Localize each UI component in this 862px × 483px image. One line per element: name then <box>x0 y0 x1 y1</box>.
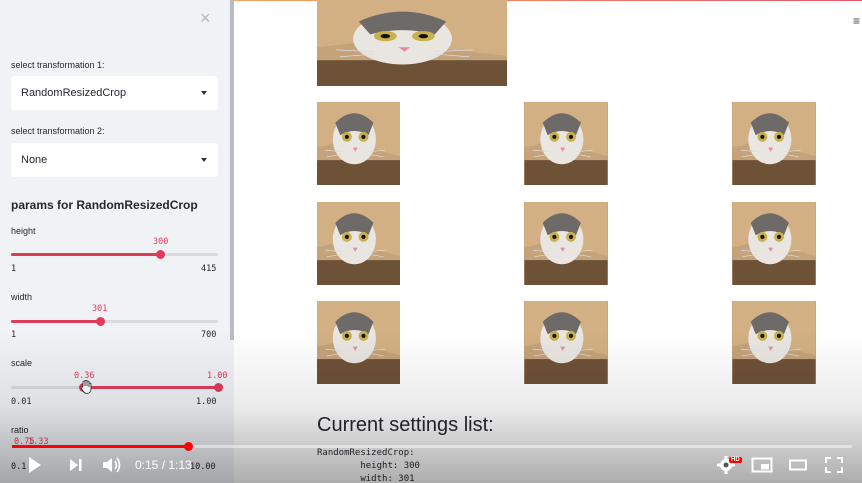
volume-icon <box>103 457 121 473</box>
scale-min: 0.01 <box>11 397 32 407</box>
play-button[interactable] <box>27 455 43 480</box>
scale-label: scale <box>11 358 33 368</box>
transform2-label: select transformation 2: <box>11 126 105 136</box>
transform2-select[interactable]: None <box>11 143 218 177</box>
augmented-image <box>524 301 608 384</box>
progress-played <box>12 445 189 448</box>
original-cat-image <box>317 0 507 86</box>
augmented-image <box>732 301 816 384</box>
ratio-max: 10.00 <box>190 462 216 472</box>
miniplayer-icon <box>751 457 773 473</box>
close-sidebar-icon[interactable]: × <box>200 9 211 27</box>
chevron-down-icon <box>201 91 207 95</box>
transform1-value: RandomResizedCrop <box>21 87 127 99</box>
height-max: 415 <box>201 264 217 274</box>
volume-button[interactable] <box>101 455 123 480</box>
next-button[interactable] <box>68 455 84 480</box>
code-line: height: 300 <box>317 461 420 471</box>
sidebar: × select transformation 1: RandomResized… <box>0 0 234 483</box>
width-slider[interactable] <box>11 317 218 326</box>
height-value: 300 <box>153 237 169 247</box>
fullscreen-button[interactable] <box>823 455 845 480</box>
ratio-label: ratio <box>11 425 29 435</box>
next-icon <box>70 459 82 471</box>
scale-max: 1.00 <box>196 397 217 407</box>
scale-slider-fill <box>83 386 218 389</box>
height-slider[interactable] <box>11 250 218 259</box>
transform1-label: select transformation 1: <box>11 60 105 70</box>
augmented-image <box>317 202 400 285</box>
width-label: width <box>11 292 33 302</box>
settings-code: RandomResizedCrop: height: 300 width: 30… <box>317 447 420 483</box>
width-slider-fill <box>11 320 100 323</box>
play-icon <box>29 457 41 473</box>
augmented-image <box>524 102 608 185</box>
chevron-down-icon <box>201 158 207 162</box>
width-min: 1 <box>11 330 17 340</box>
height-label: height <box>11 226 36 236</box>
time-display: 0:15 / 1:13 <box>135 458 192 472</box>
hand-cursor-icon <box>80 379 92 399</box>
params-title: params for RandomResizedCrop <box>11 198 198 212</box>
augmented-image <box>524 202 608 285</box>
transform1-select[interactable]: RandomResizedCrop <box>11 76 218 110</box>
width-slider-thumb[interactable] <box>95 317 105 326</box>
theater-mode-icon <box>789 459 807 471</box>
height-slider-fill <box>11 253 161 256</box>
augmented-image <box>317 301 400 384</box>
augmented-image <box>317 102 400 185</box>
scale-value-high: 1.00 <box>207 371 228 381</box>
augmented-image <box>732 102 816 185</box>
width-value: 301 <box>92 304 108 314</box>
ratio-min: 0.1 <box>11 462 27 472</box>
code-line: width: 301 <box>317 474 415 483</box>
transform2-value: None <box>21 154 48 166</box>
scale-slider[interactable] <box>11 383 223 392</box>
scale-slider-thumb-high[interactable] <box>213 383 223 392</box>
theater-mode-button[interactable] <box>787 455 809 480</box>
augmented-image <box>732 202 816 285</box>
code-line: RandomResizedCrop: <box>317 448 415 458</box>
height-slider-thumb[interactable] <box>155 250 165 259</box>
fullscreen-icon <box>825 457 843 473</box>
hd-badge: HD <box>729 457 742 463</box>
progress-scrubber[interactable] <box>184 442 193 451</box>
width-max: 700 <box>201 330 217 340</box>
hamburger-menu-icon[interactable]: ≡ <box>853 14 860 28</box>
miniplayer-button[interactable] <box>751 455 773 480</box>
settings-title: Current settings list: <box>317 414 494 436</box>
height-min: 1 <box>11 264 17 274</box>
progress-bar[interactable] <box>12 445 852 448</box>
